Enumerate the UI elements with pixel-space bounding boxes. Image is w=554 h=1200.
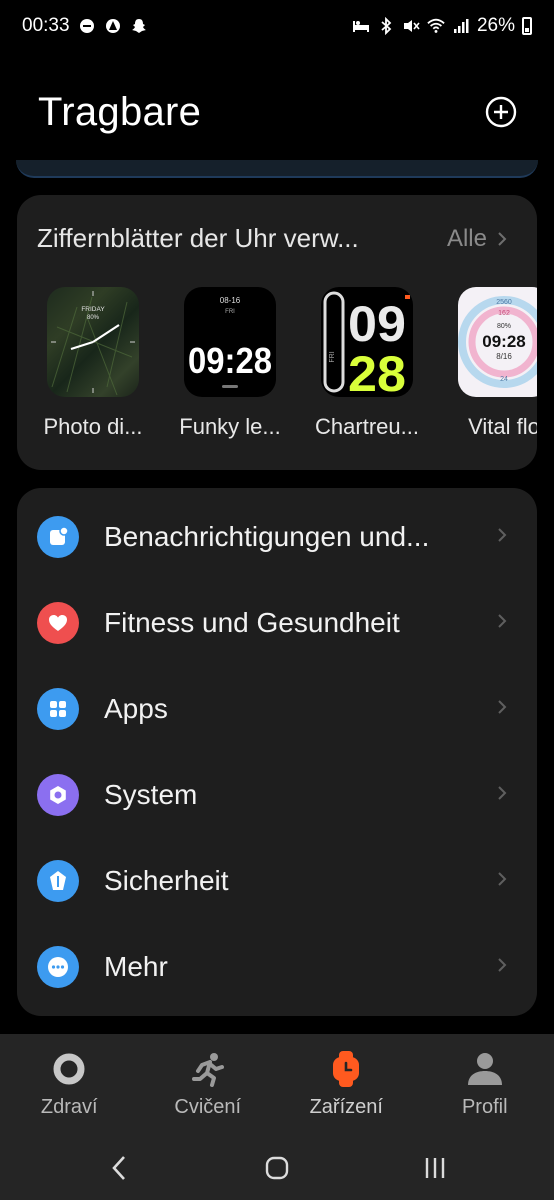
menu-item-label: System	[104, 779, 198, 810]
watch-face-chartreuse[interactable]: FRI 09 28 Chartreu...	[315, 287, 419, 440]
watch-icon	[327, 1050, 365, 1088]
watch-face-funky[interactable]: 08-16 FRI 09:28 Funky le...	[179, 287, 281, 440]
watch-faces-card: Ziffernblätter der Uhr verw... Alle FRID…	[17, 195, 537, 470]
battery-icon	[522, 17, 532, 35]
face-day: FRI	[225, 309, 235, 315]
more-dots-icon	[37, 946, 79, 988]
menu-item-notifications[interactable]: Benachrichtigungen und...	[17, 494, 537, 580]
chevron-right-icon	[497, 957, 507, 978]
watch-faces-row: FRIDAY 80% Photo di... 08-16 FRI 09:28 F…	[43, 287, 537, 440]
nav-tab-workout[interactable]: Cvičení	[139, 1034, 278, 1136]
system-navigation	[0, 1136, 554, 1200]
recents-icon[interactable]	[415, 1148, 455, 1188]
ring-icon	[50, 1050, 88, 1088]
face-pct: 80%	[87, 315, 100, 321]
face-hr: 162	[498, 310, 510, 317]
chevron-right-icon	[497, 785, 507, 806]
watch-face-label: Funky le...	[179, 414, 281, 439]
home-icon[interactable]	[257, 1148, 297, 1188]
shield-icon	[37, 860, 79, 902]
signal-icon	[452, 17, 470, 35]
menu-item-security[interactable]: Sicherheit	[17, 838, 537, 924]
add-device-button[interactable]	[484, 95, 518, 129]
status-bar: 00:33 26%	[0, 0, 554, 52]
back-icon[interactable]	[99, 1148, 139, 1188]
chevron-right-icon	[497, 613, 507, 634]
sleep-icon	[352, 17, 370, 35]
apps-grid-icon	[37, 688, 79, 730]
all-label: Alle	[446, 224, 487, 252]
chevron-right-icon	[497, 527, 507, 548]
mute-icon	[402, 17, 420, 35]
bluetooth-icon	[377, 17, 395, 35]
menu-item-label: Fitness und Gesundheit	[104, 607, 400, 638]
face-side: FRI	[329, 351, 336, 362]
nav-tab-devices[interactable]: Zařízení	[277, 1034, 416, 1136]
watch-faces-header: Ziffernblätter der Uhr verw... Alle	[37, 223, 507, 254]
snapchat-icon	[130, 17, 148, 35]
chevron-right-icon	[497, 699, 507, 720]
watch-face-photo[interactable]: FRIDAY 80% Photo di...	[43, 287, 143, 440]
face-time: 09:28	[188, 340, 272, 381]
alert-icon	[104, 17, 122, 35]
plus-circle-icon	[485, 96, 517, 128]
notification-icon	[37, 516, 79, 558]
menu-item-label: Benachrichtigungen und...	[104, 521, 430, 552]
dnd-icon	[78, 17, 96, 35]
battery-percent: 26%	[476, 15, 515, 36]
watch-face-vital[interactable]: 2560 162 80% 09:28 8/16 24 Vital flo	[458, 287, 537, 440]
menu-item-fitness[interactable]: Fitness und Gesundheit	[17, 580, 537, 666]
wifi-icon	[427, 17, 445, 35]
menu-item-more[interactable]: Mehr	[17, 924, 537, 1010]
face-date: 8/16	[496, 352, 512, 361]
watch-face-thumbnail: FRIDAY 80%	[47, 287, 139, 397]
system-gear-icon	[37, 774, 79, 816]
face-day: FRIDAY	[81, 306, 105, 313]
page-header: Tragbare	[0, 80, 554, 144]
watch-face-thumbnail: 2560 162 80% 09:28 8/16 24	[458, 287, 537, 397]
status-time: 00:33	[22, 15, 70, 36]
watch-face-thumbnail: 08-16 FRI 09:28	[184, 287, 276, 397]
device-card-edge	[16, 160, 538, 178]
watch-face-label: Chartreu...	[315, 414, 419, 439]
nav-label: Profil	[461, 1096, 508, 1118]
menu-item-label: Mehr	[104, 951, 168, 982]
watch-face-label: Vital flo	[468, 414, 537, 439]
nav-label: Zařízení	[309, 1096, 383, 1118]
face-steps: 2560	[496, 299, 512, 306]
watch-faces-all-link[interactable]: Alle	[447, 225, 507, 253]
face-time: 09:28	[482, 332, 525, 351]
bottom-navigation: Zdraví Cvičení Zařízení Profil	[0, 1034, 554, 1136]
watch-faces-title: Ziffernblätter der Uhr verw...	[37, 223, 359, 253]
menu-item-label: Apps	[104, 693, 168, 724]
runner-icon	[189, 1050, 227, 1088]
nav-label: Cvičení	[174, 1096, 242, 1118]
nav-label: Zdraví	[40, 1096, 98, 1118]
nav-tab-health[interactable]: Zdraví	[0, 1034, 139, 1136]
heart-icon	[37, 602, 79, 644]
menu-item-apps[interactable]: Apps	[17, 666, 537, 752]
face-minute: 28	[348, 346, 406, 397]
page-title: Tragbare	[38, 89, 202, 134]
nav-tab-profile[interactable]: Profil	[416, 1034, 554, 1136]
chevron-right-icon	[497, 871, 507, 892]
watch-face-thumbnail: FRI 09 28	[321, 287, 413, 397]
face-date: 08-16	[220, 296, 241, 305]
person-icon	[466, 1050, 504, 1088]
face-cal: 24	[500, 376, 508, 383]
menu-item-system[interactable]: System	[17, 752, 537, 838]
settings-list: Benachrichtigungen und... Fitness und Ge…	[17, 488, 537, 1016]
face-hour: 09	[348, 296, 406, 352]
chevron-right-icon	[497, 231, 507, 247]
menu-item-label: Sicherheit	[104, 865, 229, 896]
watch-face-label: Photo di...	[43, 414, 143, 439]
face-battery: 80%	[497, 323, 511, 330]
